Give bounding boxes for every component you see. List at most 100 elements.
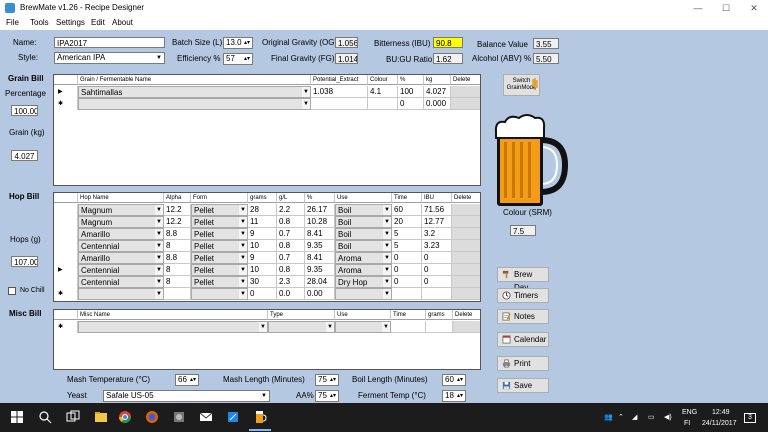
hop-delete-button[interactable] (452, 216, 480, 228)
hop-delete-button[interactable] (452, 204, 480, 216)
hop-gl-cell[interactable]: 0.8 (277, 264, 305, 276)
grain-colour-cell[interactable]: 4.1 (368, 86, 398, 98)
volume-icon[interactable]: ◀) (664, 413, 672, 421)
misc-grams-cell[interactable] (426, 321, 453, 333)
hop-use-cell[interactable]: Boil ▼ (335, 216, 392, 228)
hop-gl-cell[interactable]: 0.8 (277, 240, 305, 252)
hop-gl-cell[interactable]: 0.7 (277, 228, 305, 240)
hop-alpha-cell[interactable]: 12.2 (164, 216, 191, 228)
grain-pct-cell[interactable]: 100 (398, 86, 424, 98)
grain-colour-cell-new[interactable] (368, 98, 398, 110)
wifi-icon[interactable]: ◢ (632, 413, 637, 421)
hop-delete-button[interactable] (452, 276, 480, 288)
hop-alpha-cell[interactable]: 8.8 (164, 228, 191, 240)
timers-button[interactable]: Timers (497, 288, 549, 303)
grain-extract-cell-new[interactable] (311, 98, 368, 110)
hop-pct-cell[interactable]: 0.00 (305, 288, 335, 300)
people-icon[interactable]: 👥 (604, 413, 613, 421)
hop-grams-cell[interactable]: 10 (248, 240, 277, 252)
hop-form-cell[interactable]: Pellet ▼ (191, 276, 248, 288)
hop-form-cell[interactable]: Pellet ▼ (191, 264, 248, 276)
battery-icon[interactable]: ▭ (648, 413, 655, 421)
hop-use-cell[interactable]: ▼ (335, 288, 392, 300)
hop-pct-cell[interactable]: 26.17 (305, 204, 335, 216)
switch-grain-mode-button[interactable]: Switch GrainMode (503, 74, 540, 96)
hop-pct-cell[interactable]: 28.04 (305, 276, 335, 288)
hop-delete-button[interactable] (452, 288, 480, 300)
hop-name-cell[interactable]: Centennial ▼ (78, 276, 164, 288)
hop-grams-cell[interactable]: 9 (248, 228, 277, 240)
hop-ibu-cell[interactable] (422, 288, 452, 300)
hop-use-cell[interactable]: Aroma ▼ (335, 264, 392, 276)
boil-length-spinner[interactable]: 60 ▴▾ (442, 374, 466, 386)
clock-time[interactable]: 12:49 (712, 409, 730, 416)
mail-icon[interactable] (199, 410, 213, 424)
hop-alpha-cell[interactable] (164, 288, 191, 300)
hop-delete-button[interactable] (452, 252, 480, 264)
print-button[interactable]: Print (497, 356, 549, 371)
hop-use-cell[interactable]: Boil ▼ (335, 240, 392, 252)
firefox-icon[interactable] (145, 410, 159, 424)
hop-gl-cell[interactable]: 2.2 (277, 204, 305, 216)
ferment-temp-spinner[interactable]: 18 ▴▾ (442, 390, 466, 402)
brewmate-taskbar-icon[interactable] (253, 410, 267, 424)
hop-form-cell[interactable]: Pellet ▼ (191, 252, 248, 264)
save-button[interactable]: Save (497, 378, 549, 393)
minimize-button[interactable]: — (684, 0, 712, 17)
hop-delete-button[interactable] (452, 228, 480, 240)
hop-ibu-cell[interactable]: 12.77 (422, 216, 452, 228)
hop-ibu-cell[interactable]: 3.23 (422, 240, 452, 252)
hop-grams-cell[interactable]: 10 (248, 264, 277, 276)
hop-pct-cell[interactable]: 8.41 (305, 252, 335, 264)
hop-time-cell[interactable]: 5 (392, 228, 422, 240)
hop-time-cell[interactable]: 5 (392, 240, 422, 252)
hop-ibu-cell[interactable]: 0 (422, 252, 452, 264)
close-button[interactable]: ✕ (740, 0, 768, 17)
hop-alpha-cell[interactable]: 8.8 (164, 252, 191, 264)
hop-name-cell[interactable]: Amarillo ▼ (78, 252, 164, 264)
misc-type-cell[interactable]: ▼ (268, 321, 335, 333)
notification-icon[interactable]: 3 (744, 413, 756, 423)
menu-settings[interactable]: Settings (56, 18, 85, 27)
hop-grams-cell[interactable]: 11 (248, 216, 277, 228)
hop-name-cell[interactable]: Magnum ▼ (78, 204, 164, 216)
hop-time-cell[interactable]: 0 (392, 264, 422, 276)
hop-alpha-cell[interactable]: 8 (164, 264, 191, 276)
hop-name-cell[interactable]: Amarillo ▼ (78, 228, 164, 240)
misc-name-cell[interactable]: ▼ (78, 321, 268, 333)
file-explorer-icon[interactable] (94, 410, 108, 424)
menu-about[interactable]: About (112, 18, 133, 27)
app-icon-blue[interactable] (226, 410, 240, 424)
hop-form-cell[interactable]: Pellet ▼ (191, 216, 248, 228)
hop-form-cell[interactable]: Pellet ▼ (191, 240, 248, 252)
hop-use-cell[interactable]: Boil ▼ (335, 204, 392, 216)
grain-delete-button-new[interactable] (451, 98, 480, 110)
mash-temp-spinner[interactable]: 66 ▴▾ (175, 374, 199, 386)
hop-use-cell[interactable]: Aroma ▼ (335, 252, 392, 264)
name-input[interactable]: IPA2017 (54, 37, 165, 48)
hop-grams-cell[interactable]: 28 (248, 204, 277, 216)
hop-name-cell[interactable]: Centennial ▼ (78, 240, 164, 252)
hop-gl-cell[interactable]: 0.0 (277, 288, 305, 300)
hop-alpha-cell[interactable]: 8 (164, 276, 191, 288)
grain-name-cell-new[interactable]: ▼ (78, 98, 311, 110)
hop-time-cell[interactable]: 60 (392, 204, 422, 216)
chrome-icon[interactable] (118, 410, 132, 424)
hop-time-cell[interactable] (392, 288, 422, 300)
grain-kg-value[interactable]: 4.027 (11, 150, 38, 161)
hop-use-cell[interactable]: Boil ▼ (335, 228, 392, 240)
task-view-icon[interactable] (66, 410, 80, 424)
calendar-button[interactable]: Calendar (497, 332, 549, 347)
menu-edit[interactable]: Edit (91, 18, 105, 27)
grain-kg-cell[interactable]: 4.027 (424, 86, 451, 98)
menu-tools[interactable]: Tools (30, 18, 49, 27)
notes-button[interactable]: Notes (497, 309, 549, 324)
app-icon-grey[interactable] (172, 410, 186, 424)
hop-time-cell[interactable]: 0 (392, 252, 422, 264)
style-select[interactable]: American IPA ▼ (54, 52, 165, 64)
hop-ibu-cell[interactable]: 71.56 (422, 204, 452, 216)
hop-name-cell[interactable]: ▼ (78, 288, 164, 300)
grain-delete-button[interactable] (451, 86, 480, 98)
hop-ibu-cell[interactable]: 0 (422, 264, 452, 276)
hop-gl-cell[interactable]: 2.3 (277, 276, 305, 288)
